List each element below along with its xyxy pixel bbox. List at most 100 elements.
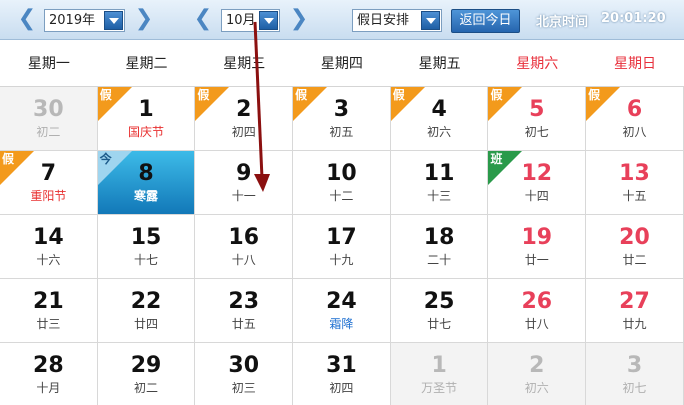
lunar-date-label: 廿八 — [524, 317, 549, 331]
day-cell[interactable]: 18 二十 — [390, 215, 489, 279]
weekday-sun: 星期日 — [613, 56, 656, 72]
lunar-date-label: 初三 — [231, 381, 256, 395]
lunar-date-label: 初七 — [524, 125, 549, 139]
badge-label: 假 — [197, 88, 210, 102]
day-cell[interactable]: 17 十九 — [293, 215, 391, 279]
badge-label: 假 — [490, 88, 503, 102]
badge-label: 假 — [2, 152, 15, 166]
day-number: 11 — [423, 161, 455, 186]
weekday-sat: 星期六 — [516, 56, 559, 72]
day-cell[interactable]: 3 初七 — [586, 343, 684, 405]
day-cell[interactable]: 28 十月 — [0, 343, 98, 405]
weekday-header: 星期一 星期二 星期三 星期四 星期五 星期六 星期日 — [0, 41, 684, 87]
next-month-chevron-right-icon[interactable]: ❯ — [289, 8, 309, 32]
day-cell[interactable]: 27 廿九 — [586, 279, 684, 343]
day-number: 16 — [228, 225, 260, 250]
lunar-date-label: 十九 — [329, 253, 354, 267]
day-number: 23 — [228, 289, 260, 314]
day-cell[interactable]: 假 3 初五 — [293, 87, 391, 151]
lunar-date-label: 廿五 — [231, 317, 256, 331]
day-cell[interactable]: 假 5 初七 — [488, 87, 587, 151]
day-cell[interactable]: 14 十六 — [0, 215, 98, 279]
lunar-date-label: 初七 — [622, 381, 647, 395]
day-cell[interactable]: 15 十七 — [97, 215, 196, 279]
day-number: 24 — [326, 289, 357, 314]
day-cell[interactable]: 1 万圣节 — [390, 343, 489, 405]
day-number: 28 — [33, 353, 64, 378]
weekday-wed: 星期三 — [223, 56, 266, 72]
back-to-today-button[interactable]: 返回今日 — [451, 9, 520, 33]
day-number: 22 — [130, 289, 162, 314]
day-cell[interactable]: 假 1 国庆节 — [97, 87, 196, 151]
badge-label: 假 — [295, 88, 308, 102]
lunar-date-label: 十七 — [134, 253, 159, 267]
lunar-date-label: 十一 — [231, 189, 256, 203]
lunar-date-label: 初六 — [427, 125, 452, 139]
lunar-date-label: 廿四 — [134, 317, 159, 331]
lunar-date-label: 初二 — [36, 125, 61, 139]
day-number: 30 — [33, 97, 64, 122]
month-select[interactable]: 10月 — [221, 9, 280, 32]
day-cell[interactable]: 假 4 初六 — [390, 87, 489, 151]
lunar-date-label: 初四 — [231, 125, 256, 139]
day-cell[interactable]: 22 廿四 — [97, 279, 196, 343]
day-cell[interactable]: 24 霜降 — [293, 279, 391, 343]
lunar-date-label: 初八 — [622, 125, 647, 139]
day-cell[interactable]: 31 初四 — [293, 343, 391, 405]
day-cell[interactable]: 26 廿八 — [488, 279, 587, 343]
lunar-date-label: 十六 — [36, 253, 61, 267]
month-select-value: 10月 — [226, 13, 256, 28]
day-number: 14 — [33, 225, 64, 250]
badge-label: 今 — [99, 152, 112, 166]
day-cell[interactable]: 21 廿三 — [0, 279, 98, 343]
day-cell[interactable]: 30 初三 — [195, 343, 294, 405]
day-cell[interactable]: 11 十三 — [390, 151, 489, 215]
day-number: 21 — [33, 289, 64, 314]
badge-label: 班 — [490, 152, 503, 166]
lunar-date-label: 十月 — [36, 381, 61, 395]
day-cell[interactable]: 13 十五 — [586, 151, 684, 215]
chevron-down-icon — [259, 11, 278, 30]
lunar-date-label: 廿七 — [427, 317, 452, 331]
day-number: 9 — [236, 161, 252, 186]
day-cell[interactable]: 9 十一 — [195, 151, 294, 215]
day-cell[interactable]: 25 廿七 — [390, 279, 489, 343]
day-number: 30 — [228, 353, 260, 378]
prev-year-chevron-left-icon[interactable]: ❮ — [17, 8, 37, 32]
year-select[interactable]: 2019年 — [44, 9, 125, 32]
lunar-date-label: 十二 — [329, 189, 354, 203]
day-cell[interactable]: 假 6 初八 — [586, 87, 684, 151]
day-cell[interactable]: 假 7 重阳节 — [0, 151, 98, 215]
lunar-date-label: 廿九 — [622, 317, 647, 331]
beijing-time-label: 北京时间 — [536, 15, 589, 30]
holiday-select[interactable]: 假日安排 — [352, 9, 442, 32]
day-number: 13 — [619, 161, 650, 186]
day-cell[interactable]: 班 12 十四 — [488, 151, 587, 215]
beijing-time-value: 20:01:20 — [601, 11, 666, 26]
day-cell-today[interactable]: 今 8 寒露 — [97, 151, 196, 215]
day-cell[interactable]: 23 廿五 — [195, 279, 294, 343]
badge-label: 假 — [588, 88, 601, 102]
day-cell[interactable]: 29 初二 — [97, 343, 196, 405]
day-cell[interactable]: 10 十二 — [293, 151, 391, 215]
day-number: 19 — [521, 225, 553, 250]
prev-month-chevron-left-icon[interactable]: ❮ — [193, 8, 213, 32]
lunar-date-label: 重阳节 — [30, 189, 67, 203]
lunar-date-label: 国庆节 — [128, 125, 165, 139]
day-cell[interactable]: 20 廿二 — [586, 215, 684, 279]
day-cell[interactable]: 2 初六 — [488, 343, 587, 405]
day-number: 2 — [529, 353, 545, 378]
day-cell[interactable]: 30 初二 — [0, 87, 98, 151]
year-select-value: 2019年 — [49, 13, 96, 28]
next-year-chevron-right-icon[interactable]: ❯ — [134, 8, 154, 32]
chevron-down-icon — [104, 11, 123, 30]
badge-label: 假 — [392, 88, 405, 102]
day-cell[interactable]: 假 2 初四 — [195, 87, 294, 151]
day-number: 26 — [521, 289, 553, 314]
day-number: 20 — [619, 225, 650, 250]
weekday-mon: 星期一 — [27, 56, 70, 72]
lunar-date-label: 初四 — [329, 381, 354, 395]
day-cell[interactable]: 16 十八 — [195, 215, 294, 279]
day-cell[interactable]: 19 廿一 — [488, 215, 587, 279]
lunar-date-label: 廿二 — [622, 253, 647, 267]
